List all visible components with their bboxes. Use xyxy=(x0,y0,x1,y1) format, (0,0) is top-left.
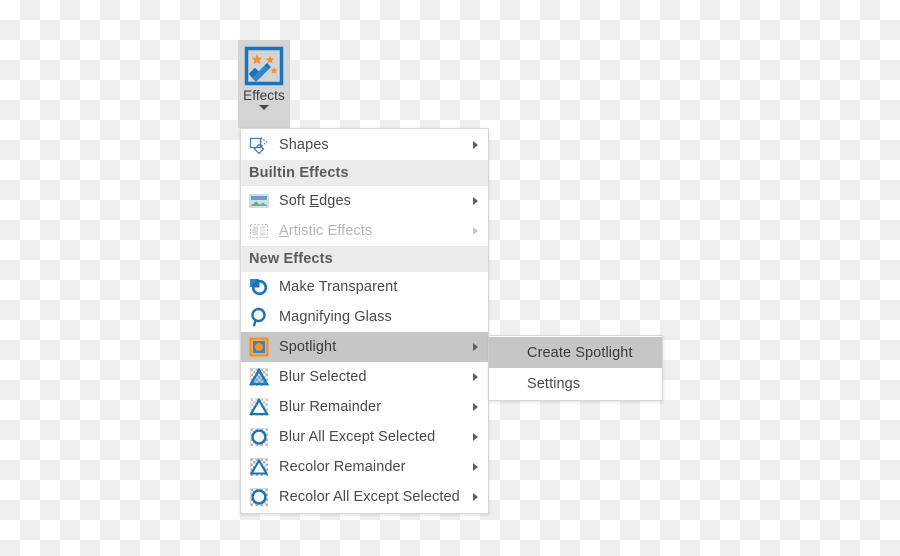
menu-item-label: Soft Edges xyxy=(279,193,351,209)
menu-section-header-label: Builtin Effects xyxy=(249,165,349,181)
menu-item-blur-all-except-selected[interactable]: Blur All Except Selected xyxy=(241,422,488,452)
menu-item-label: Recolor All Except Selected xyxy=(279,489,460,505)
submenu-arrow-icon xyxy=(473,197,478,205)
blur-selected-icon xyxy=(248,366,270,388)
submenu-arrow-icon xyxy=(473,463,478,471)
effects-button-label: Effects xyxy=(243,88,285,103)
effects-dropdown-menu: Shapes Builtin Effects Soft Edges Artistic … xyxy=(240,128,489,514)
recolor-all-except-selected-icon xyxy=(248,486,270,508)
submenu-arrow-icon xyxy=(473,141,478,149)
submenu-arrow-icon xyxy=(473,343,478,351)
menu-item-label: Blur Selected xyxy=(279,369,367,385)
menu-item-label: Blur Remainder xyxy=(279,399,382,415)
menu-item-blur-selected[interactable]: Blur Selected xyxy=(241,362,488,392)
magnifying-glass-icon xyxy=(248,306,270,328)
menu-item-blur-remainder[interactable]: Blur Remainder xyxy=(241,392,488,422)
menu-item-label: Magnifying Glass xyxy=(279,309,392,325)
menu-item-shapes[interactable]: Shapes xyxy=(241,130,488,160)
menu-item-make-transparent[interactable]: Make Transparent xyxy=(241,272,488,302)
submenu-item-settings[interactable]: Settings xyxy=(489,368,662,399)
chevron-down-icon[interactable] xyxy=(259,105,269,110)
recolor-remainder-icon xyxy=(248,456,270,478)
submenu-arrow-icon xyxy=(473,373,478,381)
artistic-effects-icon xyxy=(248,220,270,242)
menu-section-header: Builtin Effects xyxy=(241,160,488,186)
submenu-arrow-icon xyxy=(473,227,478,235)
menu-item-label: Artistic Effects xyxy=(279,223,373,239)
menu-item-label: Shapes xyxy=(279,137,329,153)
submenu-item-label: Create Spotlight xyxy=(527,344,633,361)
submenu-arrow-icon xyxy=(473,433,478,441)
magic-wand-effects-icon xyxy=(243,45,285,87)
blur-all-except-selected-icon xyxy=(248,426,270,448)
menu-item-soft-edges[interactable]: Soft Edges xyxy=(241,186,488,216)
submenu-item-label: Settings xyxy=(527,375,581,392)
menu-item-recolor-remainder[interactable]: Recolor Remainder xyxy=(241,452,488,482)
make-transparent-icon xyxy=(248,276,270,298)
menu-item-label: Make Transparent xyxy=(279,279,398,295)
submenu-arrow-icon xyxy=(473,493,478,501)
menu-item-recolor-all-except-selected[interactable]: Recolor All Except Selected xyxy=(241,482,488,512)
submenu-arrow-icon xyxy=(473,403,478,411)
shapes-icon xyxy=(248,134,270,156)
submenu-item-create-spotlight[interactable]: Create Spotlight xyxy=(489,337,662,368)
menu-item-label: Spotlight xyxy=(279,339,337,355)
menu-item-magnifying-glass[interactable]: Magnifying Glass xyxy=(241,302,488,332)
spotlight-submenu: Create Spotlight Settings xyxy=(489,335,663,401)
menu-item-label: Blur All Except Selected xyxy=(279,429,436,445)
spotlight-icon xyxy=(248,336,270,358)
effects-ribbon-button[interactable]: Effects xyxy=(238,40,290,128)
menu-item-artistic-effects: Artistic Effects xyxy=(241,216,488,246)
menu-section-header: New Effects xyxy=(241,246,488,272)
menu-item-spotlight[interactable]: Spotlight xyxy=(241,332,488,362)
soft-edges-icon xyxy=(248,190,270,212)
blur-remainder-icon xyxy=(248,396,270,418)
menu-item-label: Recolor Remainder xyxy=(279,459,406,475)
menu-section-header-label: New Effects xyxy=(249,251,333,267)
